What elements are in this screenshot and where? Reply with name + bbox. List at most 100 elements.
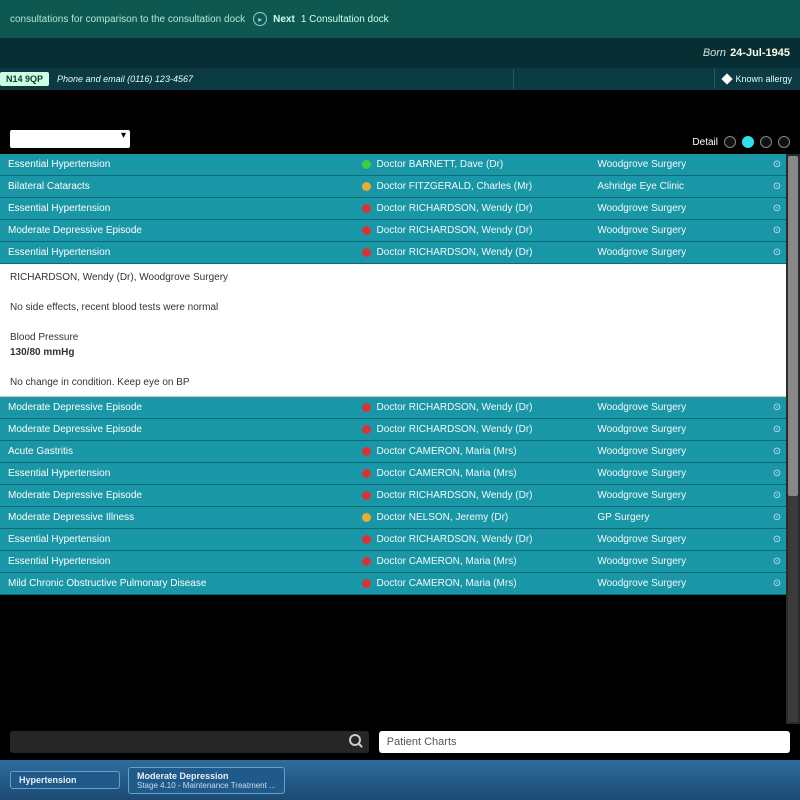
status-dot-icon: [362, 160, 371, 169]
row-title: Essential Hypertension: [0, 247, 362, 258]
detail-note: No change in condition. Keep eye on BP: [10, 375, 776, 390]
row-title: Essential Hypertension: [0, 203, 362, 214]
expand-icon[interactable]: ⊙: [768, 181, 786, 192]
row-location: Woodgrove Surgery: [597, 534, 768, 545]
status-dot-icon: [362, 182, 371, 191]
consultation-list-panel: Essential Hypertension Doctor BARNETT, Da…: [0, 154, 800, 724]
expand-icon[interactable]: ⊙: [768, 446, 786, 457]
expand-icon[interactable]: ⊙: [768, 203, 786, 214]
detail-option-3[interactable]: [760, 136, 772, 148]
consultation-row[interactable]: Moderate Depressive EpisodeDoctor RICHAR…: [0, 220, 786, 242]
condition-dock: Hypertension Moderate Depression Stage 4…: [0, 760, 800, 800]
consultation-row[interactable]: Essential HypertensionDoctor RICHARDSON,…: [0, 198, 786, 220]
expand-icon[interactable]: ⊙: [768, 424, 786, 435]
row-doctor: Doctor RICHARDSON, Wendy (Dr): [362, 534, 598, 545]
diamond-icon: [722, 73, 733, 84]
row-title: Bilateral Cataracts: [0, 181, 362, 192]
detail-level-selector: Detail: [692, 136, 790, 148]
row-doctor: Doctor CAMERON, Maria (Mrs): [362, 468, 598, 479]
consultation-row[interactable]: Essential HypertensionDoctor CAMERON, Ma…: [0, 463, 786, 485]
row-location: Woodgrove Surgery: [597, 203, 768, 214]
chip-title: Hypertension: [19, 775, 111, 785]
condition-chip[interactable]: Hypertension: [10, 771, 120, 789]
patient-charts-input[interactable]: Patient Charts: [379, 731, 790, 753]
row-location: Woodgrove Surgery: [597, 556, 768, 567]
expand-icon[interactable]: ⊙: [768, 490, 786, 501]
expand-icon[interactable]: ⊙: [768, 512, 786, 523]
consultation-row[interactable]: Mild Chronic Obstructive Pulmonary Disea…: [0, 573, 786, 595]
detail-option-2[interactable]: [742, 136, 754, 148]
row-location: Woodgrove Surgery: [597, 446, 768, 457]
born-value: 24-Jul-1945: [730, 47, 790, 59]
contact-text: Phone and email (0116) 123-4567: [55, 74, 513, 84]
status-dot-icon: [362, 491, 371, 500]
row-title: Essential Hypertension: [0, 556, 362, 567]
status-dot-icon: [362, 535, 371, 544]
row-doctor: Doctor CAMERON, Maria (Mrs): [362, 556, 598, 567]
patient-info-bar: N14 9QP Phone and email (0116) 123-4567 …: [0, 68, 800, 90]
detail-exam-label: Blood Pressure: [10, 330, 776, 345]
consultation-row[interactable]: Essential HypertensionDoctor CAMERON, Ma…: [0, 551, 786, 573]
detail-option-1[interactable]: [724, 136, 736, 148]
row-doctor: Doctor RICHARDSON, Wendy (Dr): [362, 424, 598, 435]
next-label: Next: [273, 14, 295, 25]
consultation-row[interactable]: Moderate Depressive EpisodeDoctor RICHAR…: [0, 419, 786, 441]
scrollbar-thumb[interactable]: [788, 156, 798, 496]
detail-author: RICHARDSON, Wendy (Dr), Woodgrove Surger…: [10, 270, 776, 285]
next-count: 1 Consultation dock: [301, 14, 389, 25]
status-dot-icon: [362, 248, 371, 257]
row-title: Essential Hypertension: [0, 468, 362, 479]
consultation-row[interactable]: Essential HypertensionDoctor BARNETT, Da…: [0, 154, 786, 176]
condition-chip[interactable]: Moderate Depression Stage 4.10 - Mainten…: [128, 767, 285, 794]
row-location: Woodgrove Surgery: [597, 225, 768, 236]
expand-icon[interactable]: ⊙: [768, 534, 786, 545]
status-dot-icon: [362, 447, 371, 456]
status-dot-icon: [362, 403, 371, 412]
status-dot-icon: [362, 226, 371, 235]
search-icon: [349, 734, 363, 748]
expand-icon[interactable]: ⊙: [768, 578, 786, 589]
row-doctor: Doctor RICHARDSON, Wendy (Dr): [362, 247, 598, 258]
scrollbar[interactable]: [786, 154, 800, 724]
next-step[interactable]: ▸ Next 1 Consultation dock: [253, 12, 389, 26]
consultation-row[interactable]: Essential HypertensionDoctor RICHARDSON,…: [0, 529, 786, 551]
consultation-row[interactable]: Acute GastritisDoctor CAMERON, Maria (Mr…: [0, 441, 786, 463]
row-doctor: Doctor RICHARDSON, Wendy (Dr): [362, 203, 598, 214]
search-input[interactable]: [10, 731, 369, 753]
allergy-indicator[interactable]: Known allergy: [715, 74, 800, 84]
consultation-detail: RICHARDSON, Wendy (Dr), Woodgrove Surger…: [0, 264, 786, 397]
row-doctor: Doctor RICHARDSON, Wendy (Dr): [362, 402, 598, 413]
row-doctor: Doctor BARNETT, Dave (Dr): [362, 159, 598, 170]
row-location: GP Surgery: [597, 512, 768, 523]
row-doctor: Doctor CAMERON, Maria (Mrs): [362, 446, 598, 457]
born-label: Born: [703, 47, 726, 59]
filter-dropdown[interactable]: [10, 130, 130, 148]
consultation-row[interactable]: Bilateral CataractsDoctor FITZGERALD, Ch…: [0, 176, 786, 198]
detail-label: Detail: [692, 137, 718, 148]
comparison-hint-bar: consultations for comparison to the cons…: [0, 0, 800, 38]
row-doctor: Doctor FITZGERALD, Charles (Mr): [362, 181, 598, 192]
consultation-row[interactable]: Essential HypertensionDoctor RICHARDSON,…: [0, 242, 786, 264]
row-title: Moderate Depressive Illness: [0, 512, 362, 523]
expand-icon[interactable]: ⊙: [768, 402, 786, 413]
hint-text: consultations for comparison to the cons…: [10, 14, 245, 25]
consultation-row[interactable]: Moderate Depressive EpisodeDoctor RICHAR…: [0, 485, 786, 507]
row-location: Woodgrove Surgery: [597, 468, 768, 479]
scrollbar-track[interactable]: [788, 156, 798, 722]
expand-icon[interactable]: ⊙: [768, 225, 786, 236]
status-dot-icon: [362, 204, 371, 213]
consultation-list: Essential Hypertension Doctor BARNETT, Da…: [0, 154, 786, 724]
expand-icon[interactable]: ⊙: [768, 159, 786, 170]
expand-icon[interactable]: ⊙: [768, 556, 786, 567]
consultation-row[interactable]: Moderate Depressive EpisodeDoctor RICHAR…: [0, 397, 786, 419]
row-location: Woodgrove Surgery: [597, 159, 768, 170]
row-title: Moderate Depressive Episode: [0, 424, 362, 435]
row-location: Woodgrove Surgery: [597, 402, 768, 413]
row-title: Mild Chronic Obstructive Pulmonary Disea…: [0, 578, 362, 589]
detail-option-4[interactable]: [778, 136, 790, 148]
row-location: Ashridge Eye Clinic: [597, 181, 768, 192]
expand-icon[interactable]: ⊙: [768, 247, 786, 258]
consultation-row[interactable]: Moderate Depressive IllnessDoctor NELSON…: [0, 507, 786, 529]
expand-icon[interactable]: ⊙: [768, 468, 786, 479]
row-doctor: Doctor RICHARDSON, Wendy (Dr): [362, 225, 598, 236]
